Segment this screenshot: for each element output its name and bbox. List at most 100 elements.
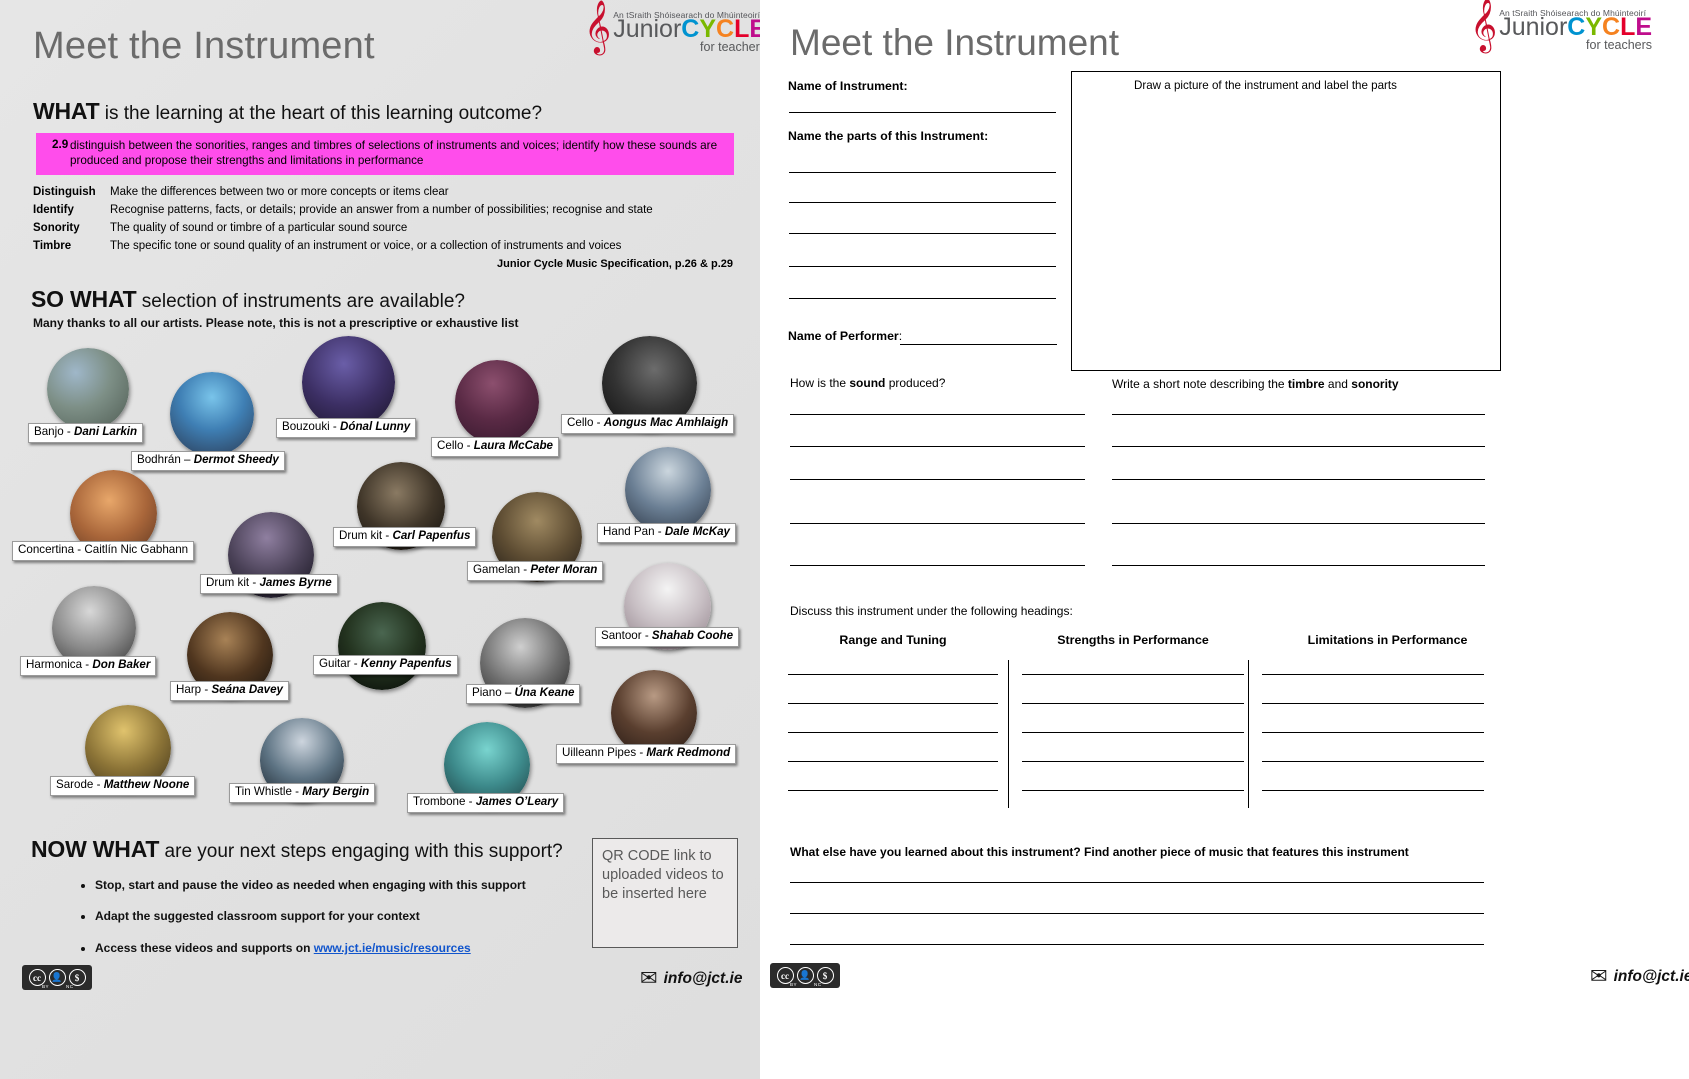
contact-email-left[interactable]: ✉ info@jct.ie — [640, 968, 742, 989]
part-field-5[interactable] — [789, 298, 1056, 299]
definition-desc: Recognise patterns, facts, or details; p… — [110, 203, 653, 216]
label-piano: Piano – Úna Keane — [466, 684, 581, 704]
qr-code-placeholder: QR CODE link to uploaded videos to be in… — [592, 838, 738, 948]
column-header-range: Range and Tuning — [839, 633, 947, 647]
limitations-line-2[interactable] — [1262, 703, 1484, 704]
part-field-1[interactable] — [789, 172, 1056, 173]
strengths-line-2[interactable] — [1022, 703, 1244, 704]
creative-commons-badge-left: cc 👤 $ BY NC — [22, 965, 92, 990]
cc-by-icon: 👤 — [48, 969, 66, 986]
treble-clef-icon: 𝄞 — [584, 0, 612, 53]
thanks-note: Many thanks to all our artists. Please n… — [33, 316, 519, 330]
discuss-heading: Discuss this instrument under the follow… — [790, 604, 1073, 618]
photo-cello-laura — [455, 360, 539, 444]
range-line-4[interactable] — [788, 761, 998, 762]
column-header-limitations: Limitations in Performance — [1307, 633, 1468, 647]
part-field-2[interactable] — [789, 202, 1056, 203]
definition-term: Sonority — [33, 221, 80, 234]
photo-banjo — [47, 348, 129, 430]
junior-cycle-logo-right: 𝄞 An tSraith Shóisearach do Mhúinteoirí … — [1470, 1, 1652, 51]
logo-wordmark: JuniorCYCLE — [613, 15, 760, 43]
final-line-2[interactable] — [790, 913, 1484, 914]
nowwhat-heading-bold: NOW WHAT — [31, 836, 160, 862]
drawing-area[interactable]: Draw a picture of the instrument and lab… — [1071, 71, 1501, 371]
definition-row: Distinguish Make the differences between… — [33, 184, 733, 202]
label-concertina: Concertina - Caitlín Nic Gabhann — [12, 541, 195, 561]
page-gutter — [760, 0, 770, 1079]
creative-commons-badge-right: cc 👤 $ BY NC — [770, 963, 840, 988]
strengths-line-1[interactable] — [1022, 674, 1244, 675]
sound-line-2[interactable] — [790, 446, 1085, 447]
sound-line-5[interactable] — [790, 565, 1085, 566]
what-heading-bold: WHAT — [33, 98, 100, 124]
limitations-line-3[interactable] — [1262, 732, 1484, 733]
label-sarode: Sarode - Matthew Noone — [50, 776, 196, 796]
cc-by-label: BY — [790, 982, 797, 987]
strengths-line-5[interactable] — [1022, 790, 1244, 791]
sowhat-heading-rest: selection of instruments are available? — [136, 291, 465, 312]
definition-row: Sonority The quality of sound or timbre … — [33, 220, 733, 238]
definition-desc: The quality of sound or timbre of a part… — [110, 221, 408, 234]
label-bouzouki: Bouzouki - Dónal Lunny — [276, 418, 417, 438]
contact-email-right[interactable]: ✉ info@jct.ie — [1590, 966, 1689, 987]
label-handpan: Hand Pan - Dale McKay — [597, 523, 736, 543]
sound-line-4[interactable] — [790, 523, 1085, 524]
timbre-line-3[interactable] — [1112, 479, 1485, 480]
nowwhat-heading: NOW WHAT are your next steps engaging wi… — [31, 836, 563, 863]
label-gamelan: Gamelan - Peter Moran — [467, 561, 604, 581]
range-line-1[interactable] — [788, 674, 998, 675]
label-harp: Harp - Seána Davey — [170, 681, 289, 701]
learning-outcome-box: 2.9 distinguish between the sonorities, … — [36, 133, 734, 175]
timbre-line-1[interactable] — [1112, 414, 1485, 415]
email-text: info@jct.ie — [1613, 967, 1689, 985]
logo-letter-l: L — [1620, 13, 1636, 41]
name-of-instrument-field[interactable] — [789, 112, 1056, 113]
logo-letter-y: Y — [1585, 13, 1603, 41]
name-performer-label: Name of Performer: — [788, 329, 903, 343]
limitations-line-5[interactable] — [1262, 790, 1484, 791]
strengths-line-4[interactable] — [1022, 761, 1244, 762]
column-header-strengths: Strengths in Performance — [1057, 633, 1209, 647]
label-guitar: Guitar - Kenny Papenfus — [313, 655, 458, 675]
what-heading: WHAT is the learning at the heart of thi… — [33, 98, 542, 125]
label-banjo: Banjo - Dani Larkin — [28, 423, 144, 443]
resources-link[interactable]: www.jct.ie/music/resources — [314, 941, 471, 955]
sound-question: How is the sound produced? — [790, 376, 946, 390]
strengths-line-3[interactable] — [1022, 732, 1244, 733]
sound-line-1[interactable] — [790, 414, 1085, 415]
label-santoor: Santoor - Shahab Coohe — [595, 627, 740, 647]
column-divider-2 — [1248, 660, 1249, 808]
junior-cycle-logo: 𝄞 An tSraith Shóisearach do Mhúinteoirí … — [584, 0, 760, 53]
logo-junior: Junior — [613, 15, 682, 43]
name-of-instrument-label: Name of Instrument: — [788, 79, 908, 93]
limitations-line-1[interactable] — [1262, 674, 1484, 675]
label-harmonica: Harmonica - Don Baker — [20, 656, 157, 676]
final-line-1[interactable] — [790, 882, 1484, 883]
label-bodhran: Bodhrán – Dermot Sheedy — [131, 451, 285, 471]
logo-letter-c1: C — [681, 15, 700, 43]
name-parts-label: Name the parts of this Instrument: — [788, 129, 989, 143]
range-line-3[interactable] — [788, 732, 998, 733]
range-line-2[interactable] — [788, 703, 998, 704]
logo-junior: Junior — [1499, 13, 1568, 41]
definition-row: Timbre The specific tone or sound qualit… — [33, 238, 733, 256]
range-line-5[interactable] — [788, 790, 998, 791]
timbre-line-4[interactable] — [1112, 523, 1485, 524]
final-line-3[interactable] — [790, 944, 1484, 945]
label-trombone: Trombone - James O’Leary — [407, 793, 565, 813]
timbre-line-2[interactable] — [1112, 446, 1485, 447]
definition-row: Identify Recognise patterns, facts, or d… — [33, 202, 733, 220]
list-item: Access these videos and supports on www.… — [95, 941, 575, 955]
label-cello-aongus: Cello - Aongus Mac Amhlaigh — [561, 414, 735, 434]
photo-handpan — [625, 447, 711, 533]
limitations-line-4[interactable] — [1262, 761, 1484, 762]
name-performer-field[interactable] — [900, 344, 1057, 345]
specification-reference: Junior Cycle Music Specification, p.26 &… — [497, 258, 733, 270]
part-field-4[interactable] — [789, 266, 1056, 267]
cc-by-icon: 👤 — [796, 967, 814, 984]
next-steps-list: Stop, start and pause the video as neede… — [55, 878, 575, 972]
part-field-3[interactable] — [789, 233, 1056, 234]
photo-bouzouki — [302, 336, 395, 429]
sound-line-3[interactable] — [790, 479, 1085, 480]
timbre-line-5[interactable] — [1112, 565, 1485, 566]
